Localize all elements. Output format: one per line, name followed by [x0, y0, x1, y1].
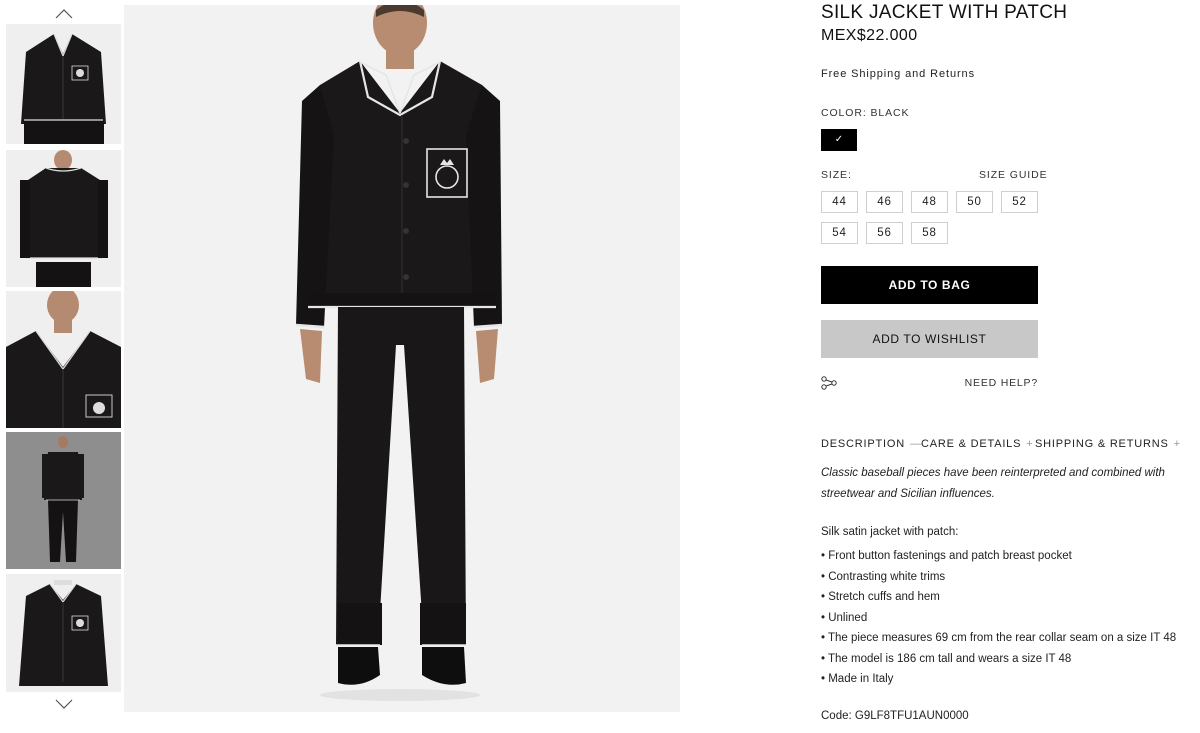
thumbnail-image [6, 432, 121, 569]
chevron-up-icon [55, 9, 72, 19]
thumbnail-full-outfit[interactable] [6, 432, 121, 569]
list-item: • The model is 186 cm tall and wears a s… [821, 652, 1072, 665]
chevron-down-icon [55, 699, 72, 709]
tab-description[interactable]: DESCRIPTION — [821, 438, 922, 450]
size-option-46[interactable]: 46 [866, 191, 903, 213]
expand-icon: + [1026, 438, 1034, 450]
size-option-58[interactable]: 58 [911, 222, 948, 244]
list-item: • The piece measures 69 cm from the rear… [821, 632, 1177, 644]
list-item: • Unlined [821, 611, 868, 624]
product-title: SILK JACKET WITH PATCH [821, 2, 1068, 23]
description-subtitle: Silk satin jacket with patch: [821, 526, 959, 538]
main-product-image[interactable] [124, 5, 680, 712]
tab-label: SHIPPING & RETURNS [1035, 438, 1169, 450]
tab-label: DESCRIPTION [821, 438, 905, 450]
description-bullets: • Front button fastenings and patch brea… [821, 546, 1191, 690]
add-to-wishlist-button[interactable]: ADD TO WISHLIST [821, 320, 1038, 358]
list-item: • Stretch cuffs and hem [821, 591, 940, 603]
thumbnail-scroll-up-button[interactable] [6, 2, 121, 26]
thumbnail-image [6, 150, 121, 287]
model-wearing-jacket-image [124, 5, 680, 712]
add-to-bag-button[interactable]: ADD TO BAG [821, 266, 1038, 304]
size-option-52[interactable]: 52 [1001, 191, 1038, 213]
thumbnail-back-view[interactable] [6, 150, 121, 287]
thumbnail-gallery [6, 0, 121, 733]
color-swatch-black[interactable]: ✓ [821, 129, 857, 151]
size-option-54[interactable]: 54 [821, 222, 858, 244]
check-icon: ✓ [834, 134, 844, 145]
need-help-link[interactable]: NEED HELP? [961, 377, 1038, 389]
product-price: MEX$22.000 [821, 27, 918, 44]
tab-label: CARE & DETAILS [921, 438, 1022, 450]
thumbnail-scroll-down-button[interactable] [6, 692, 121, 716]
thumbnail-image [6, 574, 121, 692]
size-option-44[interactable]: 44 [821, 191, 858, 213]
size-option-56[interactable]: 56 [866, 222, 903, 244]
thumbnail-image [6, 291, 121, 428]
thumbnail-flat-lay[interactable] [6, 574, 121, 692]
shipping-note: Free Shipping and Returns [821, 68, 975, 80]
expand-icon: + [1173, 438, 1181, 450]
thumbnail-collar-detail[interactable] [6, 291, 121, 428]
color-label: COLOR: BLACK [821, 107, 910, 119]
list-item: • Made in Italy [821, 673, 894, 685]
size-option-50[interactable]: 50 [956, 191, 993, 213]
thumbnail-image [6, 24, 121, 144]
share-icon[interactable] [821, 376, 837, 390]
size-option-48[interactable]: 48 [911, 191, 948, 213]
tab-shipping-returns[interactable]: SHIPPING & RETURNS + [1035, 438, 1181, 450]
list-item: • Contrasting white trims [821, 570, 946, 583]
tab-care-details[interactable]: CARE & DETAILS + [921, 438, 1033, 450]
description-lead: Classic baseball pieces have been reinte… [821, 467, 1165, 500]
list-item: • Front button fastenings and patch brea… [821, 550, 1072, 562]
size-guide-link[interactable]: SIZE GUIDE [979, 169, 1047, 181]
thumbnail-front-closeup[interactable] [6, 24, 121, 144]
size-label: SIZE: [821, 169, 852, 181]
product-code: Code: G9LF8TFU1AUN0000 [821, 710, 969, 722]
info-tabs: DESCRIPTION — CARE & DETAILS + SHIPPING & … [821, 438, 1191, 454]
